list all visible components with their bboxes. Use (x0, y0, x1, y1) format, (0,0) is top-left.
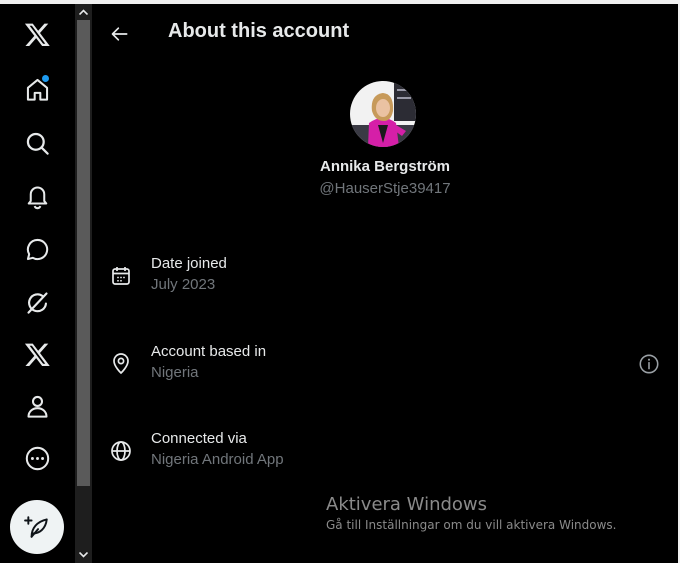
date-joined-row: Date joined July 2023 (92, 255, 678, 305)
search-icon (26, 132, 49, 155)
x-logo-icon (24, 23, 50, 46)
display-name: Annika Bergström (319, 158, 451, 175)
bell-icon (27, 185, 47, 209)
arrow-left-icon (111, 27, 128, 41)
x-logo-link[interactable] (14, 11, 60, 57)
globe-icon (111, 441, 131, 461)
windows-activation-watermark: Aktivera Windows Gå till Inställningar o… (326, 494, 616, 532)
user-handle: @HauserStje39417 (319, 180, 451, 197)
avatar-photo-icon (350, 81, 416, 147)
nav-grok[interactable] (14, 279, 60, 325)
watermark-title: Aktivera Windows (326, 494, 488, 515)
nav-messages[interactable] (14, 226, 60, 272)
avatar[interactable] (350, 81, 416, 147)
left-nav (0, 4, 75, 563)
nav-home[interactable] (14, 66, 60, 112)
nav-more[interactable] (14, 435, 60, 481)
x-premium-icon (24, 343, 50, 366)
compose-post-button[interactable] (10, 500, 64, 554)
more-icon (25, 446, 49, 470)
date-joined-value: July 2023 (151, 276, 216, 293)
connected-via-label: Connected via (151, 430, 247, 447)
nav-notifications[interactable] (14, 173, 60, 219)
info-icon[interactable] (638, 353, 660, 375)
compose-icon (24, 516, 48, 538)
connected-via-row: Connected via Nigeria Android App (92, 430, 678, 480)
calendar-icon (112, 267, 130, 285)
nav-premium[interactable] (14, 331, 60, 377)
chevron-up-icon (79, 9, 88, 15)
date-joined-label: Date joined (151, 255, 227, 272)
main-panel: About this account Annika Bergström @Hau… (92, 4, 678, 563)
watermark-subtitle: Gå till Inställningar om du vill aktiver… (326, 518, 617, 532)
chevron-down-icon (79, 552, 88, 558)
scrollbar-thumb[interactable] (77, 20, 90, 486)
scroll-down-button[interactable] (75, 547, 92, 563)
account-based-in-label: Account based in (151, 343, 267, 360)
page-title: About this account (168, 20, 350, 42)
scroll-up-button[interactable] (75, 4, 92, 20)
account-based-in-row: Account based in Nigeria (92, 343, 678, 393)
location-pin-icon (113, 353, 129, 375)
grok-icon (26, 291, 48, 314)
account-based-in-value: Nigeria (151, 364, 199, 381)
nav-explore[interactable] (14, 120, 60, 166)
profile-icon (26, 395, 48, 418)
notification-dot (42, 75, 49, 82)
back-button[interactable] (102, 16, 138, 52)
nav-profile[interactable] (14, 383, 60, 429)
nav-scrollbar[interactable] (75, 4, 92, 563)
message-icon (26, 238, 48, 260)
connected-via-value: Nigeria Android App (151, 451, 284, 468)
